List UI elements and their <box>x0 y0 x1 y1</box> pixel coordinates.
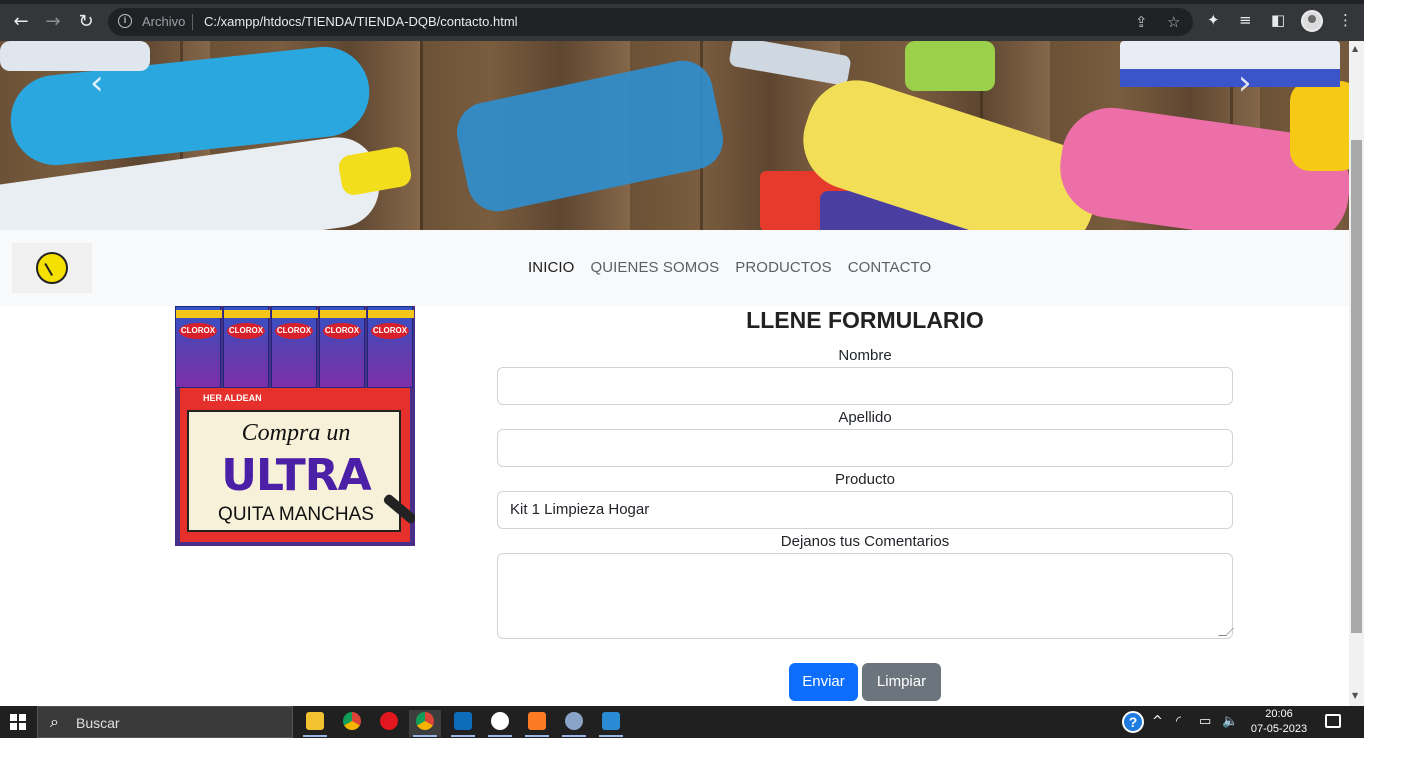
promo-card: Compra un ULTRA QUITA MANCHAS <box>187 410 401 532</box>
producto-input[interactable]: Kit 1 Limpieza Hogar <box>497 491 1233 529</box>
more-icon[interactable]: ⋮ <box>1338 11 1353 29</box>
taskbar-search-placeholder: Buscar <box>76 715 120 731</box>
promo-line-1: Compra un <box>241 420 351 446</box>
file-explorer-icon[interactable] <box>299 710 331 737</box>
tab-strip-edge <box>0 0 1364 4</box>
site-logo[interactable] <box>12 243 92 293</box>
media-icon[interactable]: ≡ <box>1239 11 1252 29</box>
resize-handle-icon[interactable] <box>1218 628 1234 636</box>
star-icon[interactable]: ☆ <box>1167 13 1180 31</box>
nav-quienes-somos[interactable]: QUIENES SOMOS <box>590 259 719 276</box>
apellido-input[interactable] <box>497 429 1233 467</box>
address-separator <box>192 14 193 30</box>
clock-date: 07-05-2023 <box>1250 723 1308 735</box>
side-panel-icon[interactable]: ◧ <box>1271 11 1285 29</box>
clock-time: 20:06 <box>1265 708 1293 720</box>
share-icon[interactable]: ⇪ <box>1135 13 1148 31</box>
limpiar-button[interactable]: Limpiar <box>862 663 941 701</box>
nav-productos[interactable]: PRODUCTOS <box>735 259 831 276</box>
extensions-icon[interactable]: ✦ <box>1207 11 1220 29</box>
site-navbar: INICIO QUIENES SOMOS PRODUCTOS CONTACTO <box>0 230 1349 306</box>
enviar-button[interactable]: Enviar <box>789 663 858 701</box>
windows-taskbar: ⌕ Buscar ? ^ ◜ ▭ 🔈 20:06 07-05-2023 <box>0 706 1364 738</box>
search-icon: ⌕ <box>50 712 59 731</box>
comentarios-textarea[interactable] <box>497 553 1234 639</box>
opera-icon[interactable] <box>373 710 405 737</box>
scroll-up-icon[interactable]: ▲ <box>1352 44 1358 53</box>
scroll-down-icon[interactable]: ▼ <box>1352 691 1358 700</box>
windows-start-icon[interactable] <box>10 714 26 730</box>
back-icon[interactable]: ← <box>11 12 31 32</box>
notifications-icon[interactable] <box>1325 714 1341 728</box>
scheme-label: Archivo <box>142 14 186 29</box>
battery-icon[interactable]: ▭ <box>1199 714 1211 729</box>
chrome-active-icon[interactable] <box>409 710 441 737</box>
taskbar-clock[interactable]: 20:06 07-05-2023 <box>1248 707 1310 737</box>
url-text[interactable]: C:/xampp/htdocs/TIENDA/TIENDA-DQB/contac… <box>204 14 518 29</box>
nombre-input[interactable] <box>497 367 1233 405</box>
wifi-icon[interactable]: ◜ <box>1176 714 1181 729</box>
page-viewport: ‹ › INICIO QUIENES SOMOS PRODUCTOS CONTA… <box>0 41 1349 706</box>
broom-logo-icon <box>36 252 68 284</box>
info-icon[interactable]: i <box>118 14 132 28</box>
scrollbar-thumb[interactable] <box>1351 140 1362 633</box>
chrome-icon[interactable] <box>336 710 368 737</box>
apellido-label: Apellido <box>838 409 892 426</box>
nav-contacto[interactable]: CONTACTO <box>848 259 932 276</box>
carousel-prev-icon[interactable]: ‹ <box>90 63 104 103</box>
tray-chevron-icon[interactable]: ^ <box>1152 714 1163 729</box>
producto-label: Producto <box>834 471 896 488</box>
reload-icon[interactable]: ↻ <box>76 12 96 32</box>
browser-toolbar: ← → ↻ i Archivo C:/xampp/htdocs/TIENDA/T… <box>0 0 1364 41</box>
address-bar[interactable]: i Archivo C:/xampp/htdocs/TIENDA/TIENDA-… <box>108 8 1193 36</box>
forward-icon[interactable]: → <box>43 12 63 32</box>
promo-image: CLOROX CLOROX CLOROX CLOROX CLOROX HER A… <box>175 306 415 546</box>
nav-inicio[interactable]: INICIO <box>528 259 574 276</box>
promo-line-3: QUITA MANCHAS <box>218 504 374 525</box>
promo-header: HER ALDEAN <box>203 393 262 403</box>
carousel-next-icon[interactable]: › <box>1238 63 1252 103</box>
xampp-icon[interactable] <box>521 710 553 737</box>
help-icon[interactable]: ? <box>1122 711 1144 733</box>
photos-icon[interactable] <box>595 710 627 737</box>
profile-avatar[interactable] <box>1301 10 1323 32</box>
comentarios-label: Dejanos tus Comentarios <box>780 533 950 550</box>
github-icon[interactable] <box>484 710 516 737</box>
form-title: LLENE FORMULARIO <box>746 307 984 333</box>
app-icon[interactable] <box>558 710 590 737</box>
taskbar-search[interactable]: ⌕ Buscar <box>37 706 293 738</box>
nombre-label: Nombre <box>838 347 892 364</box>
outlook-icon[interactable] <box>447 710 479 737</box>
volume-icon[interactable]: 🔈 <box>1222 714 1238 729</box>
page-scrollbar[interactable]: ▲ ▼ <box>1349 41 1364 706</box>
hero-carousel-image: ‹ › <box>0 41 1349 230</box>
promo-line-2: ULTRA <box>221 450 371 501</box>
main-menu: INICIO QUIENES SOMOS PRODUCTOS CONTACTO <box>528 259 931 276</box>
